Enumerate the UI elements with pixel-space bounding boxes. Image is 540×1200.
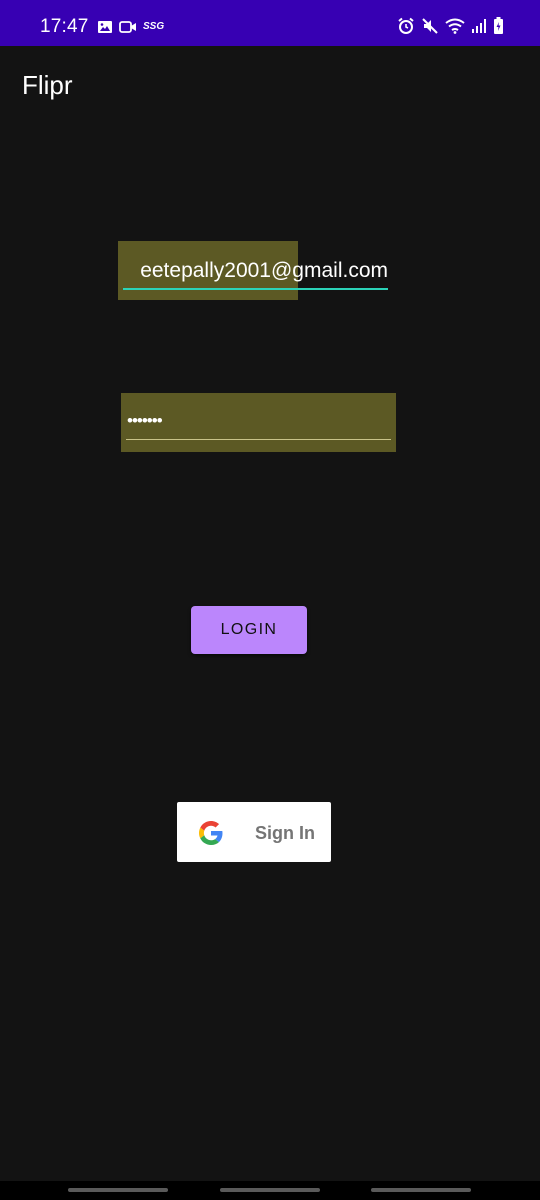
password-field[interactable]: ••••••• (121, 393, 396, 452)
signal-icon (472, 19, 486, 33)
mute-icon (422, 18, 438, 34)
back-button[interactable] (371, 1188, 471, 1192)
navigation-bar (0, 1181, 540, 1200)
login-button-label: LOGIN (220, 621, 278, 638)
wifi-icon (445, 18, 465, 34)
status-right-icons (391, 16, 504, 36)
email-field[interactable]: eetepally2001@gmail.com (118, 254, 390, 290)
video-camera-icon (119, 21, 136, 33)
password-value[interactable]: ••••••• (127, 411, 163, 431)
app-title: Flipr (22, 70, 73, 100)
status-left-icons: SSG (97, 18, 164, 36)
image-icon (98, 21, 112, 33)
google-icon (199, 821, 223, 845)
status-time: 17:47 (40, 16, 89, 37)
status-bar: 17:47 SSG (0, 0, 540, 46)
google-sign-in-label: Sign In (255, 823, 315, 843)
email-underline (123, 288, 388, 290)
alarm-icon (398, 17, 414, 34)
google-sign-in-button[interactable]: Sign In (177, 802, 331, 862)
network-label: SSG (143, 21, 165, 32)
login-button[interactable]: LOGIN (191, 606, 307, 654)
recents-button[interactable] (68, 1188, 168, 1192)
home-button[interactable] (220, 1188, 320, 1192)
battery-icon (494, 17, 503, 34)
password-underline (126, 439, 391, 440)
login-screen: 17:47 SSG Flipr eetepally2001@gmail.com … (0, 0, 540, 1200)
email-value[interactable]: eetepally2001@gmail.com (140, 258, 388, 284)
